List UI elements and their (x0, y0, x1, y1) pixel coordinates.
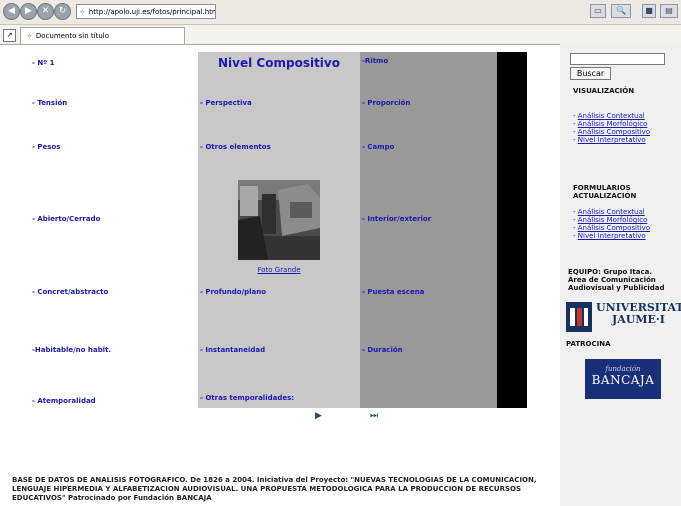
formularios-heading-2: ACTUALIZACIÓN (573, 192, 637, 200)
equipo-line-3: Audiovisual y Publicidad (568, 284, 665, 292)
equipo-line-2: Área de Comunicación (568, 276, 656, 284)
fast-forward-icon[interactable]: ⏭ (370, 411, 378, 421)
forward-icon[interactable]: ▶ (20, 3, 37, 20)
field-otras-temporalidades[interactable]: - Otras temporalidades: (200, 394, 294, 402)
bancaja-logo[interactable]: fundación BANCAJA (585, 359, 661, 399)
page-icon: ⟡ (27, 32, 32, 40)
window-icon[interactable]: ■ (642, 4, 656, 18)
field-proporcion[interactable]: - Proporción (362, 99, 410, 107)
field-otros-elementos[interactable]: - Otros elementos (200, 143, 271, 151)
tab-title: Documento sin título (35, 32, 109, 40)
field-profundo-plano[interactable]: - Profundo/plano (200, 288, 266, 296)
uji-name-line-2: JAUME·I (612, 313, 665, 326)
equipo-line-1: EQUIPO: Grupo Itaca. (568, 268, 652, 276)
field-concret-abstracto[interactable]: - Concret/abstracto (32, 288, 108, 296)
form-link-compositivo[interactable]: - Análisis Compositivo (573, 224, 650, 232)
page-title: Nivel Compositivo (218, 56, 340, 70)
vis-link-contextual[interactable]: - Análisis Contextual (573, 112, 645, 120)
field-instantaneidad[interactable]: - Instantaneidad (200, 346, 265, 354)
search-icon[interactable]: 🔍 (611, 4, 631, 18)
bancaja-name: BANCAJA (591, 373, 655, 387)
field-ritmo[interactable]: -Ritmo (362, 57, 388, 65)
black-strip (497, 52, 527, 408)
field-interior-exterior[interactable]: - Interior/exterior (362, 215, 431, 223)
footer-line-1: BASE DE DATOS DE ANÁLISIS FOTOGRÁFICO. D… (12, 476, 537, 484)
footer-line-2: LENGUAJE HIPERMEDIA Y ALFABETIZACION AUD… (12, 485, 521, 493)
tab-bar: ↗ ⟡ Documento sin título (0, 25, 681, 45)
new-tab-icon[interactable]: ↗ (3, 29, 16, 42)
vis-link-compositivo[interactable]: - Análisis Compositivo (573, 128, 650, 136)
field-duracion[interactable]: - Duración (362, 346, 403, 354)
field-numero[interactable]: - Nº 1 (32, 59, 54, 67)
patrocina-label: PATROCINA (566, 340, 611, 348)
photo-thumbnail (238, 180, 320, 260)
address-bar[interactable]: ⟡ http://apolo.uji.es/fotos/principal.ht… (76, 4, 216, 19)
layout-icon[interactable]: ▤ (660, 4, 678, 18)
form-link-interpretativo[interactable]: - Nivel Interpretativo (573, 232, 646, 240)
tab-document[interactable]: ⟡ Documento sin título (20, 27, 185, 44)
vis-link-morfologico[interactable]: - Análisis Morfológico (573, 120, 647, 128)
form-link-contextual[interactable]: - Análisis Contextual (573, 208, 645, 216)
form-link-morfologico[interactable]: - Análisis Morfológico (573, 216, 647, 224)
visualizacion-heading: VISUALIZACIÓN (573, 87, 635, 95)
play-icon[interactable]: ▶ (315, 411, 322, 421)
field-puesta-escena[interactable]: - Puesta escena (362, 288, 424, 296)
field-tension[interactable]: - Tensión (32, 99, 67, 107)
field-perspectiva[interactable]: - Perspectiva (200, 99, 252, 107)
foto-grande-link[interactable]: Foto Grande (198, 266, 360, 274)
field-habitable[interactable]: -Habitable/no habit. (32, 346, 111, 354)
historic-photo[interactable] (238, 180, 320, 260)
browser-toolbar: ◀ ▶ ✕ ↻ ⟡ http://apolo.uji.es/fotos/prin… (0, 0, 681, 25)
vis-link-interpretativo[interactable]: - Nivel Interpretativo (573, 136, 646, 144)
uji-logo[interactable]: UNIVERSITAT JAUME·I (566, 302, 681, 332)
field-campo[interactable]: - Campo (362, 143, 394, 151)
field-pesos[interactable]: - Pesos (32, 143, 60, 151)
field-abierto-cerrado[interactable]: - Abierto/Cerrado (32, 215, 100, 223)
footer-text: BASE DE DATOS DE ANÁLISIS FOTOGRÁFICO. D… (12, 476, 552, 506)
reload-icon[interactable]: ↻ (54, 3, 71, 20)
bancaja-fundacion: fundación (605, 365, 641, 373)
search-button[interactable]: Buscar (570, 67, 611, 80)
footer-line-3: EDUCATIVOS" Patrocinado por Fundación BA… (12, 494, 212, 502)
field-atemporalidad[interactable]: - Atemporalidad (32, 397, 96, 405)
back-icon[interactable]: ◀ (3, 3, 20, 20)
formularios-heading-1: FORMULARIOS (573, 184, 631, 192)
page-icon: ⟡ (80, 8, 85, 16)
stop-icon[interactable]: ✕ (37, 3, 54, 20)
bookmark-icon[interactable]: ▭ (590, 4, 606, 18)
search-input[interactable] (570, 53, 665, 65)
uji-emblem-icon (566, 302, 592, 332)
url-text: http://apolo.uji.es/fotos/principal.htm (88, 8, 216, 16)
